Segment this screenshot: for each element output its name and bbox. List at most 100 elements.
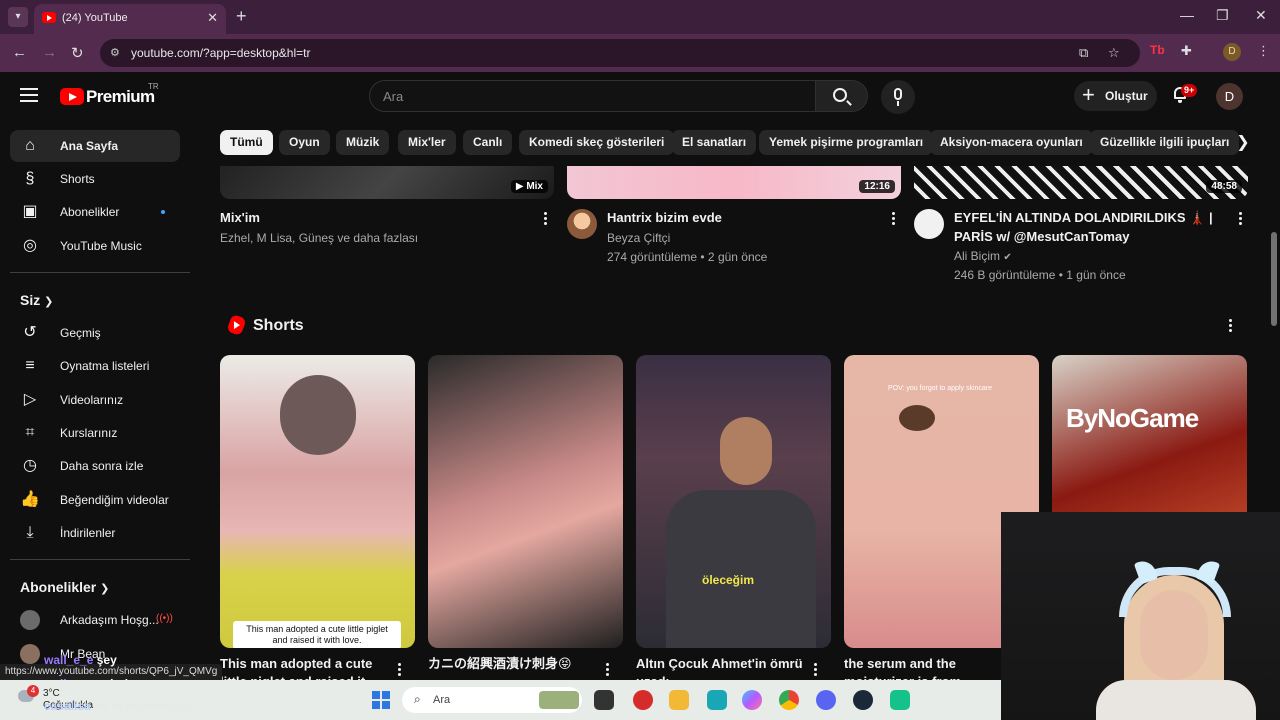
new-tab-button[interactable]: +	[236, 6, 247, 27]
short-thumbnail[interactable]: This man adopted a cute little piglet an…	[220, 355, 415, 648]
chip-oyun[interactable]: Oyun	[279, 130, 330, 155]
sidebar-item-playlists[interactable]: ≡ Oynatma listeleri	[10, 350, 180, 382]
video-thumbnail[interactable]: ▶ Mix	[220, 166, 554, 199]
user-avatar[interactable]: D	[1216, 83, 1243, 110]
short-caption: POV: you forgot to apply skincare	[888, 385, 993, 392]
channel-avatar[interactable]	[914, 209, 944, 239]
short-title[interactable]: Altın Çocuk Ahmet'in ömrü uzadı	[636, 655, 806, 681]
more-options-icon[interactable]	[1239, 212, 1243, 227]
new-content-dot	[161, 210, 165, 214]
video-title[interactable]: Hantrix bizim evde	[607, 208, 877, 227]
sidebar-item-youtube-music[interactable]: ◎ YouTube Music	[10, 230, 180, 262]
minimize-button[interactable]: —	[1180, 7, 1194, 23]
chip-aksiyon[interactable]: Aksiyon-macera oyunları	[930, 130, 1093, 155]
chip-tumu[interactable]: Tümü	[220, 130, 273, 155]
address-bar[interactable]: ⚙ youtube.com/?app=desktop&hl=tr ⧉ ☆	[100, 39, 1140, 67]
shorts-more-options-icon[interactable]	[1229, 319, 1233, 334]
sidebar-subscriptions-heading[interactable]: Abonelikler ❯	[20, 579, 109, 595]
forward-button[interactable]: →	[42, 44, 57, 61]
sidebar-item-subscriptions[interactable]: ▣ Abonelikler	[10, 196, 180, 228]
video-thumbnail[interactable]: 48:58	[914, 166, 1248, 199]
close-window-button[interactable]: ✕	[1255, 7, 1267, 24]
sidebar-item-your-videos[interactable]: ▷ Videolarınız	[10, 384, 180, 416]
chip-guzellik[interactable]: Güzellikle ilgili ipuçları	[1090, 130, 1240, 155]
chat-username: wall_e_e	[44, 653, 94, 667]
chip-canli[interactable]: Canlı	[463, 130, 513, 155]
browser-tab-youtube[interactable]: (24) YouTube ✕	[34, 4, 226, 34]
voice-search-button[interactable]	[881, 80, 915, 114]
chip-mixler[interactable]: Mix'ler	[398, 130, 456, 155]
short-title[interactable]: the serum and the moisturizer is from	[844, 655, 1014, 681]
short-thumbnail[interactable]: öleceğim	[636, 355, 831, 648]
eye-shape	[899, 405, 935, 431]
bookmark-star-icon[interactable]: ☆	[1108, 45, 1120, 61]
webcam-overlay	[1001, 512, 1280, 720]
more-options-icon[interactable]	[892, 212, 896, 227]
browser-toolbar: ← → ↻ ⚙ youtube.com/?app=desktop&hl=tr ⧉…	[0, 34, 1280, 72]
reload-button[interactable]: ↻	[71, 44, 84, 62]
back-button[interactable]: ←	[12, 44, 27, 61]
browser-menu-icon[interactable]: ⋮	[1257, 43, 1270, 59]
maximize-button[interactable]: ❐	[1216, 7, 1229, 24]
category-chip-bar: Tümü Oyun Müzik Mix'ler Canlı Komedi ske…	[200, 126, 1268, 162]
hamburger-menu-icon[interactable]	[20, 88, 38, 102]
sidebar-you-heading[interactable]: Siz ❯	[20, 292, 53, 308]
search-box[interactable]	[369, 80, 816, 112]
extensions-puzzle-icon[interactable]: ✚	[1181, 43, 1192, 59]
channel-name[interactable]: Beyza Çiftçi	[607, 231, 670, 245]
chip-komedi[interactable]: Komedi skeç gösterileri	[519, 130, 675, 155]
sidebar-item-history[interactable]: ↺ Geçmiş	[10, 317, 180, 349]
video-title[interactable]: Mix'im	[220, 208, 520, 227]
app-icon[interactable]	[890, 690, 910, 710]
site-info-icon[interactable]: ⚙	[110, 46, 120, 59]
channel-avatar[interactable]	[567, 209, 597, 239]
taskbar-search[interactable]: ⌕ Ara	[402, 687, 582, 713]
opera-icon[interactable]	[633, 690, 653, 710]
app-icon[interactable]	[707, 690, 727, 710]
more-options-icon[interactable]	[814, 663, 818, 678]
chip-el-sanatlari[interactable]: El sanatları	[672, 130, 757, 155]
history-icon: ↺	[23, 324, 37, 341]
short-title[interactable]: This man adopted a cute little piglet an…	[220, 655, 390, 681]
sidebar-item-shorts[interactable]: § Shorts	[10, 163, 180, 195]
search-input[interactable]	[383, 89, 803, 104]
short-thumbnail[interactable]	[428, 355, 623, 648]
tab-close-icon[interactable]: ✕	[207, 10, 218, 26]
chips-next-chevron-icon[interactable]: ❯	[1230, 130, 1256, 156]
steam-icon[interactable]	[853, 690, 873, 710]
sidebar-item-liked-videos[interactable]: 👍 Beğendiğim videolar	[10, 484, 180, 516]
sidebar-item-home[interactable]: ⌂ Ana Sayfa	[10, 130, 180, 162]
chrome-icon[interactable]	[779, 690, 799, 710]
address-url[interactable]: youtube.com/?app=desktop&hl=tr	[131, 46, 310, 60]
browser-profile-avatar[interactable]: D	[1223, 43, 1241, 61]
more-options-icon[interactable]	[544, 212, 548, 227]
sidebar-sub-item[interactable]: Arkadaşım Hoşg... ((•))	[10, 604, 180, 636]
playlist-icon: ≡	[25, 357, 35, 374]
sidebar-item-courses[interactable]: ⌗ Kurslarınız	[10, 417, 180, 449]
more-options-icon[interactable]	[398, 663, 402, 678]
logo-region: TR	[148, 82, 159, 91]
video-title[interactable]: EYFEL'İN ALTINDA DOLANDIRILDIKS 🗼 | PARİ…	[954, 208, 1224, 246]
sidebar-item-downloads[interactable]: ⤓ İndirilenler	[10, 517, 180, 549]
task-view-icon[interactable]	[594, 690, 614, 710]
scrollbar-thumb[interactable]	[1271, 232, 1277, 326]
chip-muzik[interactable]: Müzik	[336, 130, 390, 155]
extension-red-icon[interactable]: Tb	[1150, 43, 1165, 57]
channel-name[interactable]: Ali Biçim ✔	[954, 249, 1012, 263]
video-thumbnail[interactable]: 12:16	[567, 166, 901, 199]
more-options-icon[interactable]	[606, 663, 610, 678]
install-app-icon[interactable]: ⧉	[1079, 45, 1088, 61]
sidebar-item-watch-later[interactable]: ◷ Daha sonra izle	[10, 450, 180, 482]
chip-yemek[interactable]: Yemek pişirme programları	[759, 130, 934, 155]
duration-badge: 48:58	[1206, 180, 1242, 193]
tab-search-button[interactable]: ▾	[8, 7, 28, 27]
copilot-icon[interactable]	[742, 690, 762, 710]
search-button[interactable]	[816, 80, 868, 112]
short-title[interactable]: カニの紹興酒漬け刺身😝	[428, 655, 598, 681]
badge-text: Mix	[526, 181, 543, 192]
discord-icon[interactable]	[816, 690, 836, 710]
create-button[interactable]: + Oluştur	[1074, 81, 1157, 111]
windows-start-icon[interactable]	[372, 691, 390, 709]
file-explorer-icon[interactable]	[669, 690, 689, 710]
your-videos-icon: ▷	[23, 391, 37, 408]
